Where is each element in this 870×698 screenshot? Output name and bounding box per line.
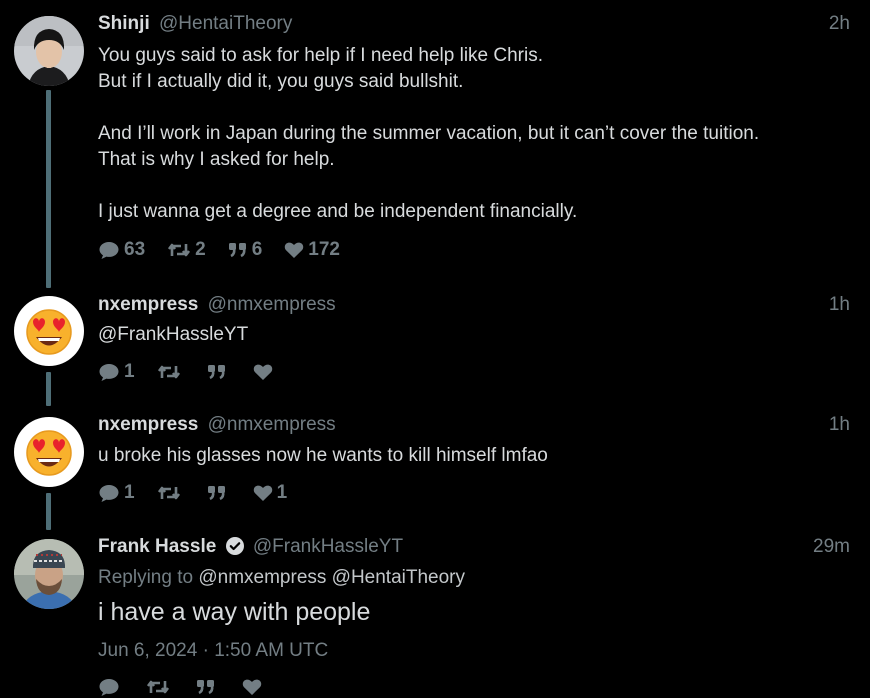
tweet-text-line [98,173,840,199]
display-name[interactable]: Frank Hassle [98,536,216,557]
comment-bubble-icon [99,364,119,381]
display-name[interactable]: nxempress [98,414,198,435]
tweet-nxempress-2[interactable]: nxempress @nmxempress 1h u broke his gla… [0,406,870,530]
username-handle[interactable]: @HentaiTheory [159,13,292,34]
tweet-text: i have a way with people [98,597,840,627]
retweet-stat[interactable]: 2 [167,239,206,261]
tweet-header: Frank Hassle @FrankHassleYT 29m [98,536,850,560]
like-stat[interactable] [242,678,266,696]
replying-to-label: Replying to [98,567,194,588]
tweet-nxempress-1[interactable]: nxempress @nmxempress 1h @FrankHassleYT … [0,290,870,406]
tweet-header: Shinji @HentaiTheory 2h [98,13,850,37]
thread-connector [46,493,51,530]
quote-stat[interactable]: 6 [228,239,263,261]
timestamp[interactable]: 1h [829,294,850,316]
like-stat[interactable] [253,363,277,381]
tweet-stats: 1 [98,360,299,384]
tweet-stats: 63 2 6 172 [98,238,362,262]
retweet-icon [146,680,170,694]
tweet-text: You guys said to ask for help if I need … [98,43,840,225]
tweet-text: @FrankHassleYT [98,322,840,348]
like-stat[interactable]: 172 [284,239,340,261]
heart-icon [242,679,262,695]
retweet-stat[interactable] [157,362,185,382]
tweet-text-line: And I’ll work in Japan during the summer… [98,123,760,144]
quote-icon [207,365,225,380]
thread-timeline: Shinji @HentaiTheory 2h You guys said to… [0,0,870,698]
timestamp[interactable]: 2h [829,13,850,35]
tweet-stats: 1 1 [98,481,309,505]
reply-stat[interactable] [98,677,124,697]
display-name[interactable]: nxempress [98,294,198,315]
reply-count: 1 [124,482,135,503]
retweet-stat[interactable] [157,483,185,503]
comment-bubble-icon [99,242,119,259]
thread-connector [46,372,51,406]
quote-stat[interactable] [207,362,231,382]
quote-count: 6 [251,239,263,260]
reply-count: 63 [124,239,146,260]
tweet-date[interactable]: Jun 6, 2024 · 1:50 AM UTC [98,640,328,662]
avatar-shinji[interactable] [14,16,84,86]
quote-icon [197,680,214,695]
reply-count: 1 [124,361,135,382]
avatar-nxempress[interactable] [14,417,84,487]
thread-connector [46,90,51,288]
replying-to-mentions[interactable]: @nmxempress @HentaiTheory [198,567,465,588]
tweet-text-line: I just wanna get a degree and be indepen… [98,201,578,222]
retweet-count: 2 [195,239,206,260]
username-handle[interactable]: @FrankHassleYT [253,536,403,557]
avatar-frank-hassle[interactable] [14,539,84,609]
heart-icon [253,364,272,380]
display-name[interactable]: Shinji [98,13,150,34]
reply-stat[interactable]: 1 [98,482,135,504]
username-handle[interactable]: @nmxempress [208,414,336,435]
tweet-header: nxempress @nmxempress 1h [98,294,850,318]
tweet-text-line: u broke his glasses now he wants to kill… [98,445,548,466]
retweet-icon [157,365,180,379]
like-count: 172 [308,239,340,260]
heart-icon [285,242,304,258]
retweet-icon [168,243,191,257]
timestamp[interactable]: 1h [829,414,850,436]
heart-icon [253,485,272,501]
verified-badge-icon [225,537,244,555]
tweet-stats [98,675,288,698]
comment-bubble-icon [99,679,119,696]
retweet-stat[interactable] [146,677,174,697]
tweet-shinji[interactable]: Shinji @HentaiTheory 2h You guys said to… [0,0,870,290]
reply-stat[interactable]: 63 [98,239,145,261]
quote-icon [228,243,246,258]
tweet-text-line: But if I actually did it, you guys said … [98,71,464,92]
avatar-nxempress[interactable] [14,296,84,366]
username-handle[interactable]: @nmxempress [208,294,336,315]
reply-stat[interactable]: 1 [98,361,135,383]
like-count: 1 [276,482,288,503]
like-stat[interactable]: 1 [253,482,288,504]
replying-to: Replying to @nmxempress @HentaiTheory [98,567,465,589]
quote-icon [207,486,225,501]
comment-bubble-icon [99,485,119,502]
tweet-text-line: You guys said to ask for help if I need … [98,45,543,66]
tweet-text: u broke his glasses now he wants to kill… [98,443,840,469]
tweet-frank-hassle[interactable]: Frank Hassle @FrankHassleYT 29m Replying… [0,530,870,698]
tweet-text-line: i have a way with people [98,598,371,626]
tweet-text-line [98,95,840,121]
tweet-text-line: That is why I asked for help. [98,149,335,170]
tweet-header: nxempress @nmxempress 1h [98,414,850,438]
timestamp[interactable]: 29m [813,536,850,558]
quote-stat[interactable] [196,677,220,697]
retweet-icon [157,486,180,500]
mention-link[interactable]: @FrankHassleYT [98,322,840,348]
quote-stat[interactable] [207,483,231,503]
